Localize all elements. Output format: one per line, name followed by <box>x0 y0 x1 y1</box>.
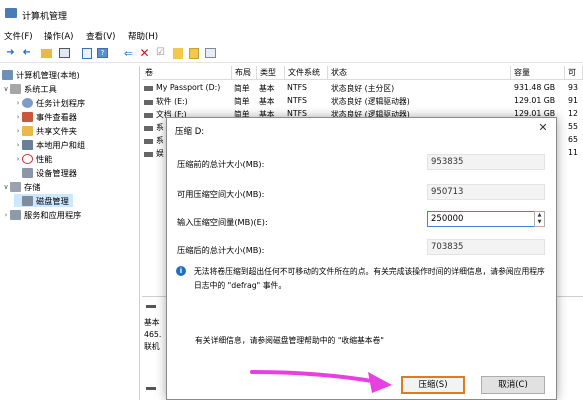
menu-help[interactable]: 帮助(H) <box>128 30 158 42</box>
shared-folder-icon <box>22 125 33 136</box>
settings-icon[interactable] <box>205 48 216 58</box>
help-message: 有关详细信息，请参阅磁盘管理帮助中的 "收缩基本卷" <box>195 336 384 345</box>
total-after-value: 703835 <box>427 239 545 255</box>
services-icon <box>10 209 21 220</box>
shrink-amount-input[interactable]: 250000 <box>427 211 535 227</box>
users-icon <box>22 139 33 150</box>
tree-item-event-viewer[interactable]: › 事件查看器 <box>14 110 77 123</box>
volume-icon <box>144 125 153 131</box>
performance-icon <box>22 153 33 164</box>
chevron-right-icon[interactable]: › <box>14 127 22 135</box>
volume-icon <box>144 151 153 157</box>
tree-item-device-manager[interactable]: 设备管理器 <box>22 166 77 179</box>
connect-icon[interactable]: ⇐ <box>122 47 135 59</box>
column-header-status[interactable]: 状态 <box>328 66 511 80</box>
tree-item-performance[interactable]: › 性能 <box>14 152 52 165</box>
window-title: 计算机管理 <box>22 12 68 22</box>
dialog-title: 压缩 D: <box>175 127 205 137</box>
storage-icon <box>10 181 21 192</box>
device-manager-icon <box>22 167 33 178</box>
title-bar: 计算机管理 <box>0 0 583 28</box>
delete-icon[interactable]: ✕ <box>138 47 151 59</box>
total-after-label: 压缩后的总计大小(MB): <box>177 245 265 255</box>
show-hide-tree-icon[interactable] <box>59 48 70 58</box>
info-icon: i <box>176 266 186 276</box>
column-header-type[interactable]: 类型 <box>257 66 285 80</box>
spin-up-icon[interactable]: ▲ <box>535 212 544 219</box>
tree-item-shared-folders[interactable]: › 共享文件夹 <box>14 124 77 137</box>
column-header-volume[interactable]: 卷 <box>142 66 232 80</box>
explore-icon[interactable] <box>188 47 199 59</box>
chevron-right-icon[interactable]: › <box>14 141 22 149</box>
chevron-right-icon[interactable]: › <box>14 99 22 107</box>
menu-action[interactable]: 操作(A) <box>44 30 73 42</box>
close-icon[interactable]: ✕ <box>536 121 550 135</box>
navigation-tree: 计算机管理(本地) ∨ 系统工具 › 任务计划程序 › 事件查看器 › 共享文件… <box>0 66 140 400</box>
available-space-value: 950713 <box>427 184 545 200</box>
tree-item-task-scheduler[interactable]: › 任务计划程序 <box>14 96 85 109</box>
disk-icon <box>146 387 156 390</box>
computer-icon <box>2 69 13 80</box>
available-space-label: 可用压缩空间大小(MB): <box>177 189 265 199</box>
shrink-button[interactable]: 压缩(S) <box>401 376 465 394</box>
quantity-stepper[interactable]: ▲ ▼ <box>534 211 545 227</box>
table-row[interactable]: My Passport (D:) 简单 基本 NTFS 状态良好 (主分区) 9… <box>142 82 583 95</box>
back-icon[interactable]: ➜ <box>4 47 17 59</box>
menu-file[interactable]: 文件(F) <box>4 30 33 42</box>
toolbar: ➜ ➜ ? ⇐ ✕ ☑ <box>0 44 583 63</box>
column-header-layout[interactable]: 布局 <box>232 66 257 80</box>
app-icon <box>5 8 17 18</box>
disk-size-label: 465. <box>144 330 162 339</box>
volume-icon <box>144 112 153 118</box>
up-folder-icon[interactable] <box>41 48 52 58</box>
properties-icon[interactable] <box>81 47 92 59</box>
column-header-capacity[interactable]: 容量 <box>511 66 565 80</box>
volume-icon <box>144 99 153 105</box>
menu-view[interactable]: 查看(V) <box>86 30 115 42</box>
clock-icon <box>22 97 33 108</box>
help-icon[interactable]: ? <box>97 48 108 58</box>
info-message: 无法将卷压缩到超出任何不可移动的文件所在的点。有关完成该操作时间的详细信息，请参… <box>194 267 545 290</box>
tree-item-disk-management[interactable]: 磁盘管理 <box>14 194 73 207</box>
chevron-down-icon[interactable]: ∨ <box>2 183 10 191</box>
total-before-label: 压缩前的总计大小(MB): <box>177 159 265 169</box>
chevron-down-icon[interactable]: ∨ <box>2 85 10 93</box>
event-viewer-icon <box>22 111 33 122</box>
check-icon[interactable]: ☑ <box>154 47 167 59</box>
menu-bar: 文件(F) 操作(A) 查看(V) 帮助(H) <box>0 28 583 44</box>
chevron-right-icon[interactable]: › <box>14 155 22 163</box>
chevron-right-icon[interactable]: › <box>2 211 10 219</box>
chevron-right-icon[interactable]: › <box>14 113 22 121</box>
tree-item-local-users[interactable]: › 本地用户和组 <box>14 138 85 151</box>
shrink-amount-label: 输入压缩空间量(MB)(E): <box>177 217 268 227</box>
tree-item-storage[interactable]: ∨ 存储 <box>2 180 40 193</box>
volume-icon <box>144 85 153 91</box>
disk-icon <box>146 305 156 308</box>
tree-item-computer-management[interactable]: 计算机管理(本地) <box>2 68 80 81</box>
shrink-dialog: 压缩 D: ✕ 压缩前的总计大小(MB): 953835 可用压缩空间大小(MB… <box>166 117 557 400</box>
disk-type-label: 基本 <box>144 318 160 327</box>
column-header-filesystem[interactable]: 文件系统 <box>285 66 328 80</box>
tree-item-services-apps[interactable]: › 服务和应用程序 <box>2 208 81 221</box>
tools-icon <box>10 83 21 94</box>
table-row[interactable]: 软件 (E:) 简单 基本 NTFS 状态良好 (逻辑驱动器) 129.01 G… <box>142 95 583 108</box>
disk-management-icon <box>22 195 33 206</box>
forward-icon[interactable]: ➜ <box>20 47 33 59</box>
total-before-value: 953835 <box>427 154 545 170</box>
column-header-free[interactable]: 可 <box>565 66 583 80</box>
disk-status-label: 联机 <box>144 342 160 351</box>
cancel-button[interactable]: 取消(C) <box>481 376 545 394</box>
tree-item-system-tools[interactable]: ∨ 系统工具 <box>2 82 57 95</box>
spin-down-icon[interactable]: ▼ <box>535 219 544 226</box>
volume-icon <box>144 138 153 144</box>
open-folder-icon[interactable] <box>172 47 183 59</box>
